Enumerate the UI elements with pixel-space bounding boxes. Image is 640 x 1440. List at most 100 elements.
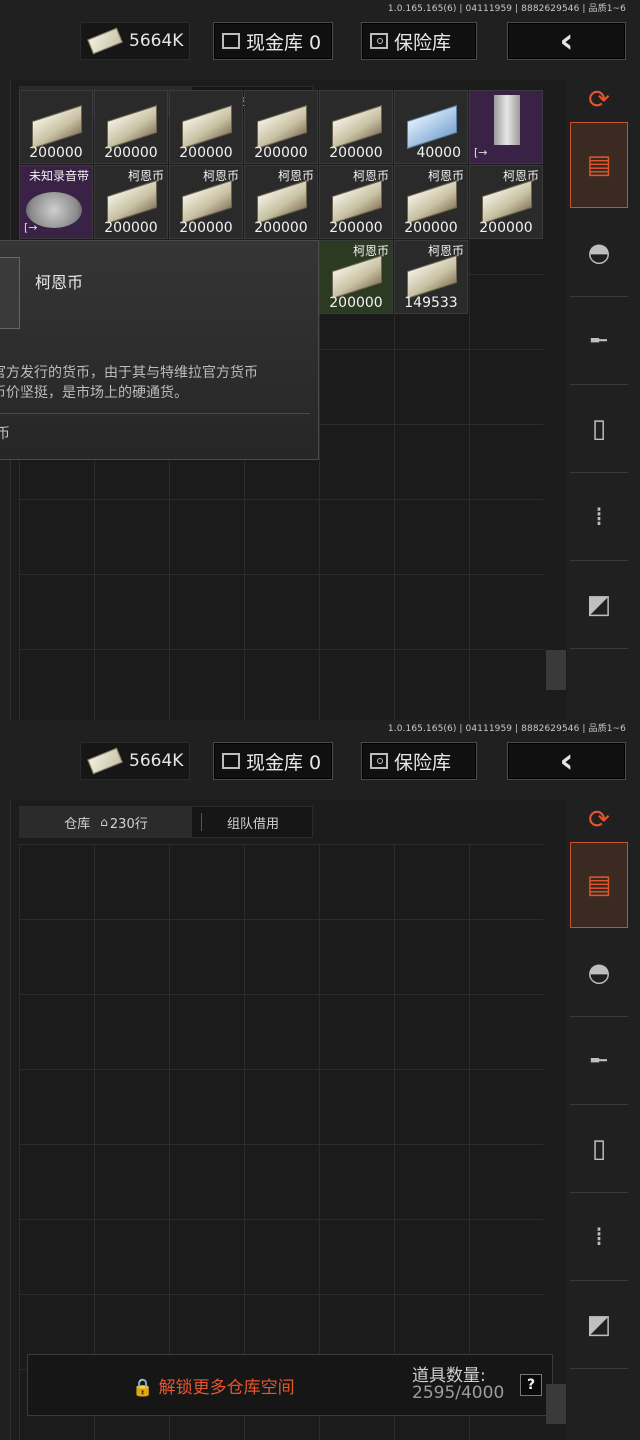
safe-label: 保险库 — [394, 751, 452, 774]
back-arrow-icon: ‹ — [559, 741, 574, 781]
currency-stack-icon — [332, 179, 382, 225]
rifle-icon: ╾ — [591, 326, 607, 356]
item-value: 200000 — [179, 220, 233, 236]
tab-warehouse-label: 仓库 — [64, 816, 91, 832]
category-helmet-button[interactable]: ◓ — [570, 930, 628, 1017]
scrollbar[interactable] — [546, 1384, 566, 1424]
inventory-item[interactable]: 柯恩币 200000 — [469, 165, 543, 239]
magazine-icon: ▯ — [591, 414, 607, 444]
tab-team-borrow[interactable]: 组队借用 — [194, 807, 312, 837]
item-value: 200000 — [329, 145, 383, 161]
back-button[interactable]: ‹ — [507, 22, 626, 60]
item-name: 未知录音带 — [28, 169, 89, 183]
scrollbar[interactable] — [546, 650, 566, 690]
extract-icon: [→ — [474, 146, 488, 159]
sort-refresh-button[interactable]: ⟳ — [570, 800, 628, 840]
item-name: 柯恩币 — [202, 169, 239, 183]
ammo-icon: ⁞ — [594, 1222, 604, 1252]
money-icon — [87, 27, 123, 55]
unlock-bar: 🔒 解锁更多仓库空间 道具数量: 2595/4000 ? — [27, 1354, 553, 1416]
item-value: 200000 — [254, 145, 308, 161]
safe-button[interactable]: 保险库 — [361, 742, 477, 780]
safe-label: 保险库 — [394, 31, 452, 54]
inventory-item[interactable]: 40000 — [394, 90, 468, 164]
safe-button[interactable]: 保险库 — [361, 22, 477, 60]
top-bar: 5664K 现金库 0 保险库 ‹ — [0, 738, 640, 782]
tooltip-description-line: 币价坚挺，是市场上的硬通货。 — [0, 385, 188, 401]
currency-stack-icon — [482, 179, 532, 225]
category-accessory-button[interactable]: ◩ — [570, 562, 628, 649]
item-value: 40000 — [416, 145, 461, 161]
ice-block-icon — [407, 104, 457, 150]
inventory-item[interactable]: 200000 — [94, 90, 168, 164]
inventory-item[interactable]: 柯恩币 200000 — [394, 165, 468, 239]
tooltip-item-thumbnail — [0, 257, 20, 329]
item-name: 柯恩币 — [352, 244, 389, 258]
helmet-icon: ◓ — [587, 958, 611, 988]
tooltip-category: 币 — [0, 426, 10, 442]
cash-vault-icon — [222, 33, 240, 49]
unlock-more-space-button[interactable]: 🔒 解锁更多仓库空间 — [132, 1373, 295, 1398]
category-sidebar: ⟳ ▤ ◓ ╾ ▯ ⁞ ◩ — [570, 80, 630, 700]
item-value: 200000 — [329, 295, 383, 311]
category-all-button[interactable]: ▤ — [570, 842, 628, 928]
cash-vault-button[interactable]: 现金库 0 — [213, 22, 333, 60]
category-helmet-button[interactable]: ◓ — [570, 210, 628, 297]
inventory-item[interactable]: 柯恩币 200000 — [94, 165, 168, 239]
item-value: 200000 — [104, 145, 158, 161]
container-icon — [494, 95, 520, 145]
inventory-item[interactable]: 柯恩币 200000 — [319, 240, 393, 314]
accessory-icon: ◩ — [586, 1310, 612, 1340]
tooltip-description: 官方发行的货币，由于其与特维拉官方货币 币价坚挺，是市场上的硬通货。 — [0, 363, 312, 403]
category-ammo-button[interactable]: ⁞ — [570, 1194, 628, 1281]
item-name: 柯恩币 — [427, 244, 464, 258]
inventory-item[interactable]: [→ — [469, 90, 543, 164]
rifle-icon: ╾ — [591, 1046, 607, 1076]
back-arrow-icon: ‹ — [559, 21, 574, 61]
inventory-item[interactable]: 柯恩币 149533 — [394, 240, 468, 314]
item-name: 柯恩币 — [352, 169, 389, 183]
inventory-item[interactable]: 200000 — [19, 90, 93, 164]
safe-icon — [370, 33, 388, 49]
category-weapon-button[interactable]: ╾ — [570, 298, 628, 385]
item-value: 200000 — [179, 145, 233, 161]
item-value: 200000 — [104, 220, 158, 236]
item-name: 柯恩币 — [277, 169, 314, 183]
money-display: 5664K — [80, 22, 190, 60]
row-count: 230行 — [109, 816, 148, 832]
category-ammo-button[interactable]: ⁞ — [570, 474, 628, 561]
cash-vault-button[interactable]: 现金库 0 — [213, 742, 333, 780]
ammo-icon: ⁞ — [594, 502, 604, 532]
category-weapon-button[interactable]: ╾ — [570, 1018, 628, 1105]
currency-stack-icon — [107, 179, 157, 225]
item-name: 柯恩币 — [127, 169, 164, 183]
tooltip-item-name: 柯恩币 — [35, 273, 84, 292]
item-value: 200000 — [404, 220, 458, 236]
category-magazine-button[interactable]: ▯ — [570, 1106, 628, 1193]
category-magazine-button[interactable]: ▯ — [570, 386, 628, 473]
cash-vault-label: 现金库 0 — [246, 751, 322, 774]
inventory-item[interactable]: 200000 — [244, 90, 318, 164]
warehouse-icon: ▤ — [586, 870, 612, 900]
cash-vault-icon — [222, 753, 240, 769]
inventory-item[interactable]: 柯恩币 200000 — [244, 165, 318, 239]
inventory-item[interactable]: 200000 — [169, 90, 243, 164]
help-icon[interactable]: ? — [520, 1374, 542, 1396]
inventory-item[interactable]: 200000 — [319, 90, 393, 164]
tab-warehouse[interactable]: 仓库 ⌂ 230行 — [20, 807, 192, 837]
money-icon — [87, 747, 123, 775]
top-screen: 1.0.165.165(6) | 04111959 | 8882629546 |… — [0, 0, 640, 720]
warehouse-panel: 仓库 ⌂ 230行 组队借用 🔒 解锁更多仓库空间 道具数量: 2595/400… — [10, 800, 567, 1440]
currency-stack-icon — [182, 179, 232, 225]
inventory-item[interactable]: 柯恩币 200000 — [319, 165, 393, 239]
back-button[interactable]: ‹ — [507, 742, 626, 780]
tooltip-description-line: 官方发行的货币，由于其与特维拉官方货币 — [0, 365, 258, 381]
category-sidebar: ⟳ ▤ ◓ ╾ ▯ ⁞ ◩ — [570, 800, 630, 1420]
category-accessory-button[interactable]: ◩ — [570, 1282, 628, 1369]
inventory-item[interactable]: 未知录音带 [→ — [19, 165, 93, 239]
category-all-button[interactable]: ▤ — [570, 122, 628, 208]
currency-stack-icon — [407, 254, 457, 300]
sort-refresh-button[interactable]: ⟳ — [570, 80, 628, 120]
item-tooltip: 柯恩币 官方发行的货币，由于其与特维拉官方货币 币价坚挺，是市场上的硬通货。 币 — [0, 240, 319, 460]
inventory-item[interactable]: 柯恩币 200000 — [169, 165, 243, 239]
